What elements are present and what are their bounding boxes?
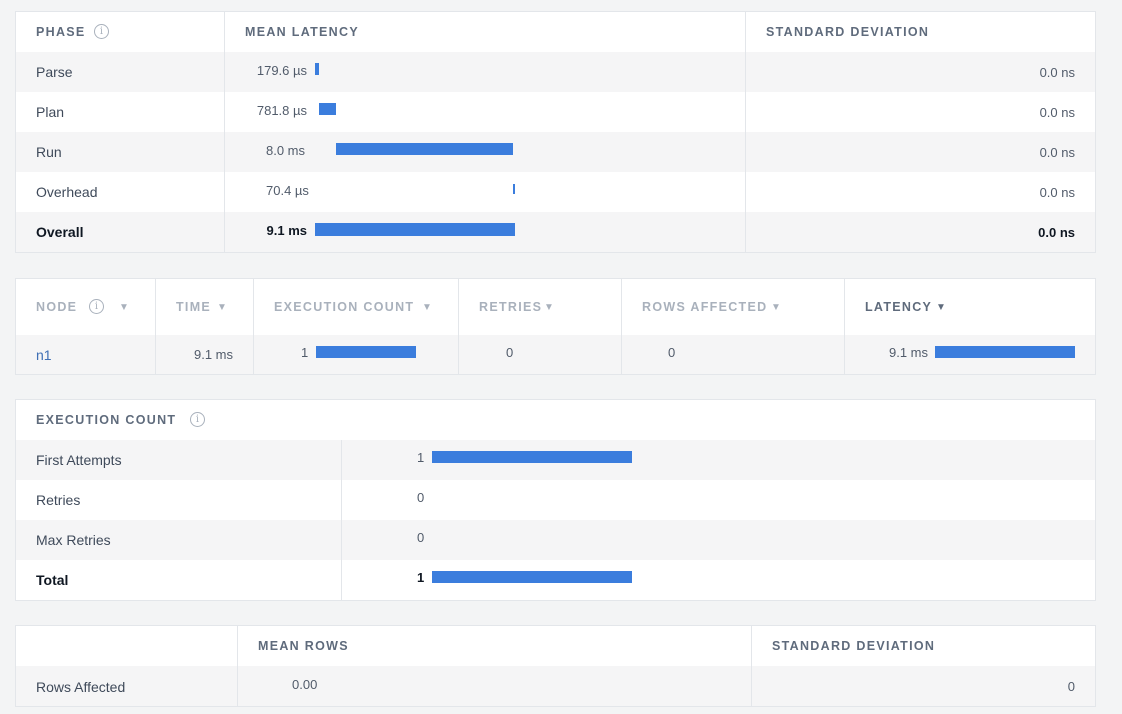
phase-label: Overhead [36, 184, 98, 200]
rows-label: Rows Affected [36, 679, 126, 695]
sort-caret-icon[interactable]: ▼ [771, 302, 781, 313]
sort-caret-icon[interactable]: ▼ [119, 302, 129, 313]
execution-count-header[interactable]: EXECUTION COUNT [274, 300, 414, 314]
phase-std-value: 0.0 ns [1039, 145, 1075, 160]
mean-rows-value: 0.00 [292, 677, 318, 692]
mean-rows-header: MEAN ROWS [258, 639, 349, 653]
phase-row-overall: Overall 9.1 ms 0.0 ns [16, 212, 1095, 252]
node-stats-table: NODE i ▼ TIME ▼ EXECUTION COUNT ▼ RETRIE… [15, 278, 1096, 375]
phase-label: Plan [36, 104, 65, 120]
phase-latency-bar [315, 63, 319, 75]
execution-bar [432, 451, 632, 463]
sort-caret-icon[interactable]: ▼ [422, 302, 432, 313]
execution-row-total: Total 1 [16, 560, 1095, 600]
phase-std-value: 0.0 ns [1039, 185, 1075, 200]
info-icon[interactable]: i [190, 412, 205, 427]
phase-label: Overall [36, 224, 84, 240]
column-divider [745, 12, 746, 252]
standard-deviation-header: STANDARD DEVIATION [766, 25, 930, 39]
execution-label: Total [36, 572, 69, 588]
mean-latency-header: MEAN LATENCY [245, 25, 359, 39]
sort-caret-icon[interactable]: ▼ [544, 302, 554, 313]
node-link[interactable]: n1 [36, 347, 52, 363]
phase-latency-bar [336, 143, 513, 155]
execution-value: 1 [417, 570, 425, 585]
rows-header-row: MEAN ROWS STANDARD DEVIATION [16, 626, 1095, 666]
column-divider [844, 279, 845, 374]
column-divider [458, 279, 459, 374]
execution-value: 1 [417, 450, 425, 465]
execution-value: 0 [417, 490, 425, 505]
retries-header[interactable]: RETRIES [479, 300, 542, 314]
phase-latency-bar [513, 184, 515, 194]
phase-row-overhead: 70.4 µs Overhead 0.0 ns [16, 172, 1095, 212]
execution-count-table: EXECUTION COUNT i First Attempts 1 Retri… [15, 399, 1096, 601]
execution-label: Retries [36, 492, 81, 508]
latency-header[interactable]: LATENCY [865, 300, 932, 314]
rows-affected-row: Rows Affected 0.00 0 [16, 666, 1095, 706]
phase-latency-bar [319, 103, 337, 115]
standard-deviation-header: STANDARD DEVIATION [772, 639, 936, 653]
phase-mean-value: 179.6 µs [256, 63, 307, 78]
column-divider [253, 279, 254, 374]
phase-header: PHASE [36, 25, 86, 39]
execution-label: Max Retries [36, 532, 111, 548]
info-icon[interactable]: i [89, 299, 104, 314]
execution-row-first-attempts: First Attempts 1 [16, 440, 1095, 480]
column-divider [621, 279, 622, 374]
execution-count-header: EXECUTION COUNT [36, 413, 177, 427]
column-divider [224, 12, 225, 252]
phase-std-value: 0.0 ns [1038, 225, 1075, 240]
info-icon[interactable]: i [94, 24, 109, 39]
rows-affected-header[interactable]: ROWS AFFECTED [642, 300, 767, 314]
execution-row-retries: Retries 0 [16, 480, 1095, 520]
phase-latency-bar [315, 223, 515, 236]
phase-std-value: 0.0 ns [1039, 105, 1075, 120]
node-time-value: 9.1 ms [193, 347, 233, 362]
column-divider [341, 440, 342, 600]
sort-caret-icon[interactable]: ▼ [936, 302, 946, 313]
phase-mean-value: 781.8 µs [256, 103, 307, 118]
node-latency-value: 9.1 ms [888, 345, 928, 360]
node-header-row: NODE i ▼ TIME ▼ EXECUTION COUNT ▼ RETRIE… [16, 279, 1095, 335]
sort-caret-icon[interactable]: ▼ [217, 302, 227, 313]
latency-bar [935, 346, 1075, 358]
phase-std-value: 0.0 ns [1039, 65, 1075, 80]
phase-row-plan: Plan 781.8 µs 0.0 ns [16, 92, 1095, 132]
rows-std-value: 0 [1067, 679, 1075, 694]
execution-label: First Attempts [36, 452, 122, 468]
execution-count-header-row: EXECUTION COUNT i [16, 400, 1095, 440]
column-divider [751, 626, 752, 706]
node-retries-value: 0 [506, 345, 514, 360]
execution-count-bar [316, 346, 416, 358]
phase-latency-table: PHASE i MEAN LATENCY STANDARD DEVIATION … [15, 11, 1096, 253]
phase-header-row: PHASE i MEAN LATENCY STANDARD DEVIATION [16, 12, 1095, 52]
phase-mean-value: 8.0 ms [266, 143, 306, 158]
table-row: n1 9.1 ms 1 0 0 9.1 ms [16, 335, 1095, 374]
phase-mean-value: 70.4 µs [266, 183, 309, 198]
phase-row-parse: Parse 179.6 µs 0.0 ns [16, 52, 1095, 92]
execution-bar [432, 571, 632, 583]
node-rows-affected-value: 0 [668, 345, 676, 360]
execution-value: 0 [417, 530, 425, 545]
phase-label: Run [36, 144, 62, 160]
rows-affected-table: MEAN ROWS STANDARD DEVIATION Rows Affect… [15, 625, 1096, 707]
phase-label: Parse [36, 64, 73, 80]
time-header[interactable]: TIME [176, 300, 211, 314]
node-execution-count-value: 1 [301, 345, 309, 360]
column-divider [237, 626, 238, 706]
phase-row-run: Run 8.0 ms 0.0 ns [16, 132, 1095, 172]
column-divider [155, 279, 156, 374]
phase-mean-value: 9.1 ms [266, 223, 307, 238]
execution-row-max-retries: Max Retries 0 [16, 520, 1095, 560]
node-header[interactable]: NODE [36, 300, 77, 314]
